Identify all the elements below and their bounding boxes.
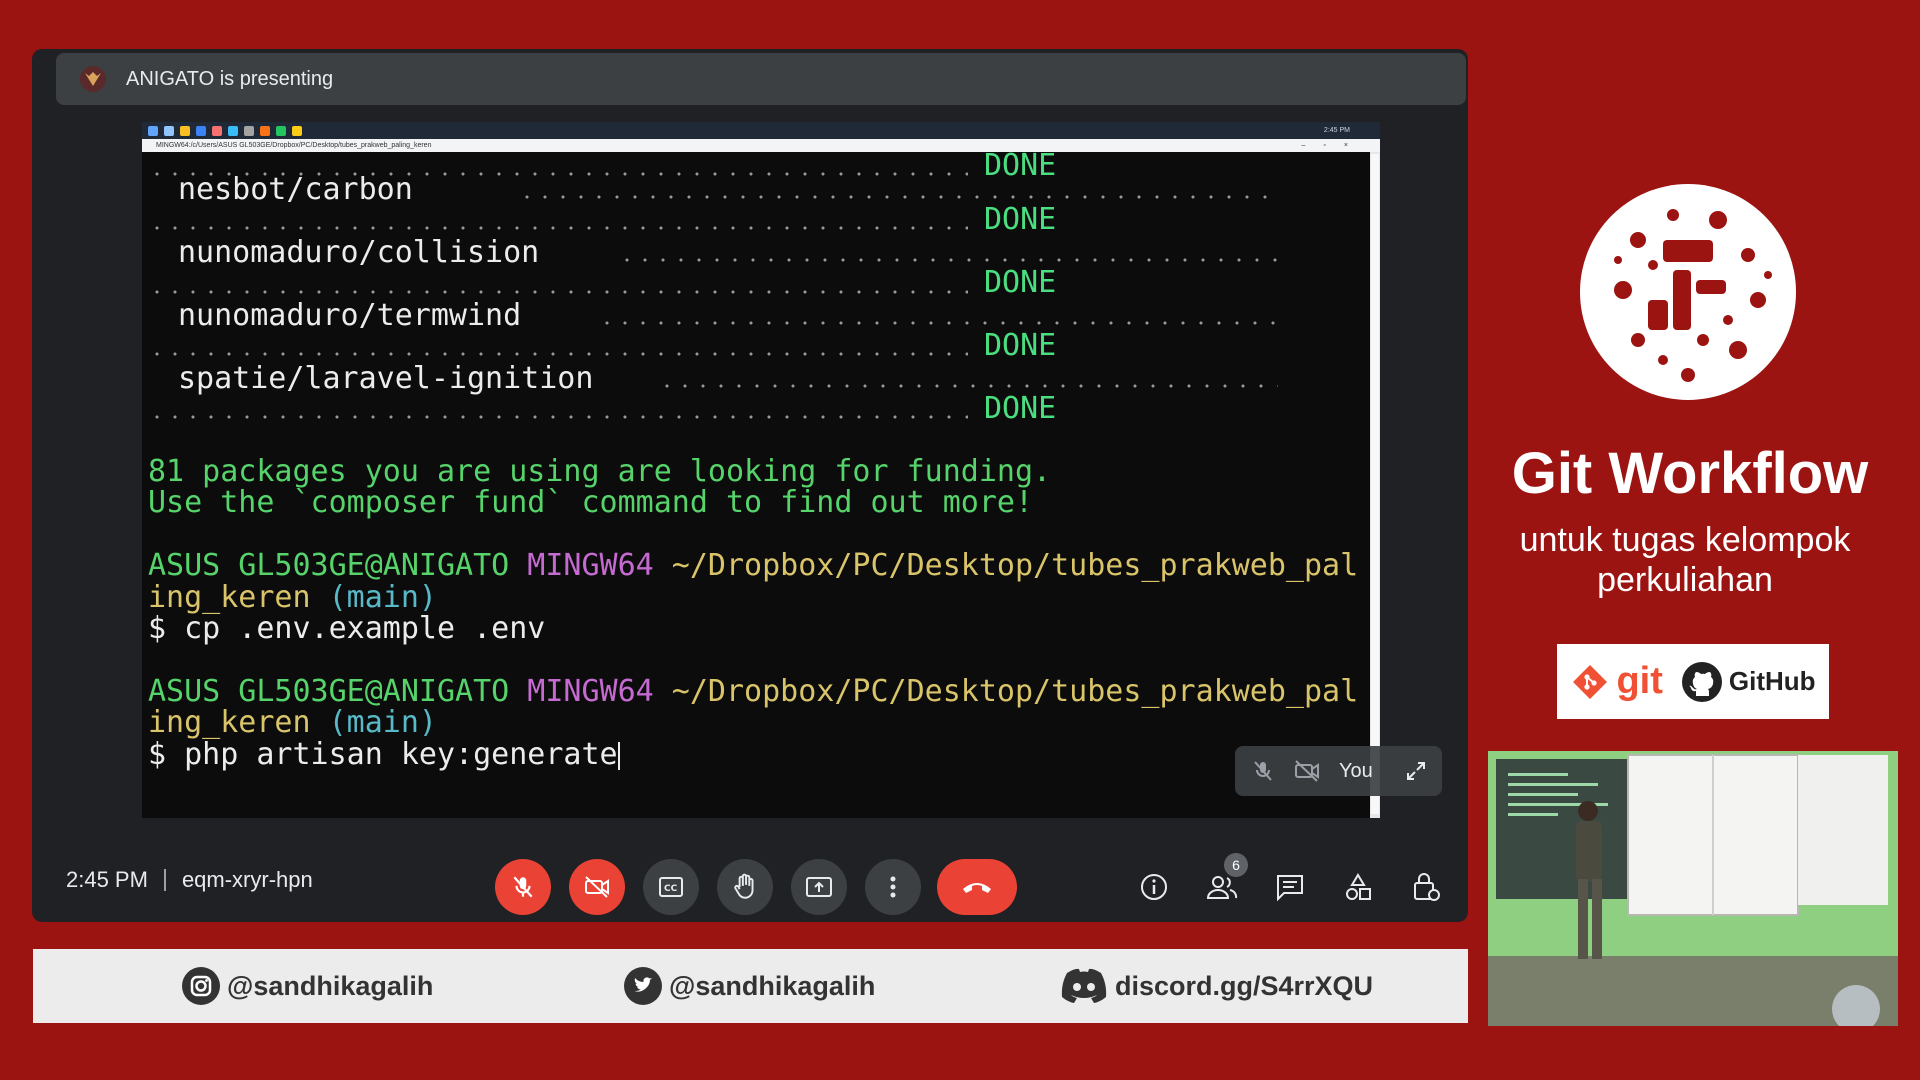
discord-icon bbox=[1059, 966, 1109, 1006]
funding-line-1: 81 packages you are using are looking fo… bbox=[148, 454, 1052, 489]
command-line: $ cp .env.example .env bbox=[148, 611, 546, 646]
taskbar-clock: 2:45 PM bbox=[1323, 127, 1350, 134]
lock-person-icon bbox=[1414, 873, 1440, 901]
presenter-avatar-icon bbox=[76, 62, 110, 96]
self-view-tile[interactable]: You bbox=[1235, 746, 1442, 796]
done-label: DONE bbox=[984, 391, 1057, 426]
done-label: DONE bbox=[984, 148, 1057, 183]
prompt-line: ASUS GL503GE@ANIGATO MINGW64 ~/Dropbox/P… bbox=[148, 674, 1359, 709]
shared-screen: 2:45 PM MINGW64:/c/Users/ASUS GL503GE/Dr… bbox=[142, 122, 1380, 818]
done-label: DONE bbox=[984, 202, 1057, 237]
terminal-output: DONE nesbot/carbon DONE nunomaduro/colli… bbox=[148, 148, 1366, 812]
info-icon bbox=[1141, 874, 1167, 900]
phone-hangup-icon bbox=[963, 883, 991, 893]
presenter-camera-feed bbox=[1488, 751, 1898, 1026]
window-controls: –▫× bbox=[1301, 142, 1366, 149]
svg-text:CC: CC bbox=[664, 884, 678, 894]
command-line[interactable]: $ php artisan key:generate bbox=[148, 739, 620, 771]
discord-link: discord.gg/S4rrXQU bbox=[1059, 966, 1373, 1006]
vscode-icon bbox=[228, 125, 238, 136]
taskbar-app-icon bbox=[260, 125, 270, 136]
host-controls-button[interactable] bbox=[1406, 867, 1446, 907]
git-icon bbox=[1573, 664, 1608, 699]
chrome-icon bbox=[292, 125, 302, 136]
activities-shapes-icon bbox=[1346, 873, 1371, 900]
taskbar-app-icon bbox=[244, 125, 254, 136]
github-logo: GitHub bbox=[1681, 661, 1816, 703]
camera-off-icon bbox=[1291, 755, 1323, 787]
prompt-line: ing_keren (main) bbox=[148, 705, 437, 740]
camera-off-icon bbox=[585, 876, 609, 898]
activities-button[interactable] bbox=[1338, 867, 1378, 907]
present-screen-button[interactable] bbox=[791, 859, 847, 915]
taskbar-app-icon bbox=[212, 125, 222, 136]
chat-button[interactable] bbox=[1270, 867, 1310, 907]
prompt-line: ASUS GL503GE@ANIGATO MINGW64 ~/Dropbox/P… bbox=[148, 548, 1359, 583]
instagram-icon bbox=[181, 966, 221, 1006]
presenting-text: ANIGATO is presenting bbox=[126, 67, 334, 90]
brand-title: Git Workflow bbox=[1511, 441, 1869, 506]
windows-taskbar: 2:45 PM bbox=[142, 122, 1380, 139]
done-label: DONE bbox=[984, 265, 1057, 300]
instagram-handle: @sandhikagalih bbox=[181, 966, 433, 1006]
funding-line-2: Use the `composer fund` command to find … bbox=[148, 485, 1034, 520]
done-label: DONE bbox=[984, 328, 1057, 363]
raise-hand-button[interactable] bbox=[717, 859, 773, 915]
package-name: nunomaduro/collision bbox=[178, 235, 540, 270]
twitter-icon bbox=[623, 966, 663, 1006]
mic-off-icon bbox=[1247, 755, 1279, 787]
meet-control-bar: 2:45 PM eqm-xryr-hpn CC 6 bbox=[32, 851, 1468, 921]
more-vertical-icon bbox=[890, 876, 896, 898]
meeting-code: eqm-xryr-hpn bbox=[181, 867, 313, 892]
git-github-logos: git GitHub bbox=[1557, 644, 1829, 719]
whatsapp-icon bbox=[276, 125, 286, 136]
self-label: You bbox=[1339, 759, 1373, 782]
meet-panel: ANIGATO is presenting 2:45 PM MINGW64:/c… bbox=[32, 49, 1468, 922]
terminal-scrollbar[interactable] bbox=[1370, 152, 1380, 818]
expand-icon[interactable] bbox=[1400, 755, 1432, 787]
prompt-line: ing_keren (main) bbox=[148, 580, 437, 615]
divider bbox=[163, 869, 166, 891]
github-octocat-icon bbox=[1681, 661, 1722, 702]
mic-toggle-button[interactable] bbox=[495, 859, 551, 915]
meeting-time: 2:45 PM bbox=[66, 867, 148, 892]
brand-logo bbox=[1578, 180, 1798, 404]
folder-icon bbox=[180, 125, 190, 136]
twitter-handle: @sandhikagalih bbox=[623, 966, 875, 1006]
more-options-button[interactable] bbox=[865, 859, 921, 915]
hand-icon bbox=[734, 873, 754, 899]
presenting-banner: ANIGATO is presenting bbox=[56, 53, 1466, 105]
captions-icon: CC bbox=[659, 877, 683, 897]
package-name: nunomaduro/termwind bbox=[178, 298, 522, 333]
taskbar-app-icon bbox=[164, 125, 174, 136]
taskbar-app-icon bbox=[196, 125, 206, 136]
text-cursor bbox=[617, 741, 620, 770]
terminal-title: MINGW64:/c/Users/ASUS GL503GE/Dropbox/PC… bbox=[156, 142, 432, 149]
mic-off-icon bbox=[513, 876, 533, 898]
captions-button[interactable]: CC bbox=[643, 859, 699, 915]
social-links-bar: @sandhikagalih @sandhikagalih discord.gg… bbox=[33, 949, 1468, 1023]
meeting-info: 2:45 PM eqm-xryr-hpn bbox=[66, 867, 313, 893]
package-name: nesbot/carbon bbox=[178, 172, 413, 207]
people-icon bbox=[1206, 876, 1238, 899]
package-name: spatie/laravel-ignition bbox=[178, 361, 594, 396]
windows-start-icon bbox=[148, 125, 158, 136]
chat-icon bbox=[1277, 875, 1303, 901]
brand-subtitle: untuk tugas kelompok perkuliahan bbox=[1519, 521, 1851, 599]
camera-toggle-button[interactable] bbox=[569, 859, 625, 915]
people-button[interactable]: 6 bbox=[1202, 853, 1248, 907]
end-call-button[interactable] bbox=[937, 859, 1017, 915]
meeting-details-button[interactable] bbox=[1134, 867, 1174, 907]
git-logo: git bbox=[1570, 660, 1663, 703]
terminal-titlebar: MINGW64:/c/Users/ASUS GL503GE/Dropbox/PC… bbox=[142, 139, 1380, 152]
present-icon bbox=[806, 877, 832, 897]
participants-count-badge: 6 bbox=[1224, 853, 1248, 877]
